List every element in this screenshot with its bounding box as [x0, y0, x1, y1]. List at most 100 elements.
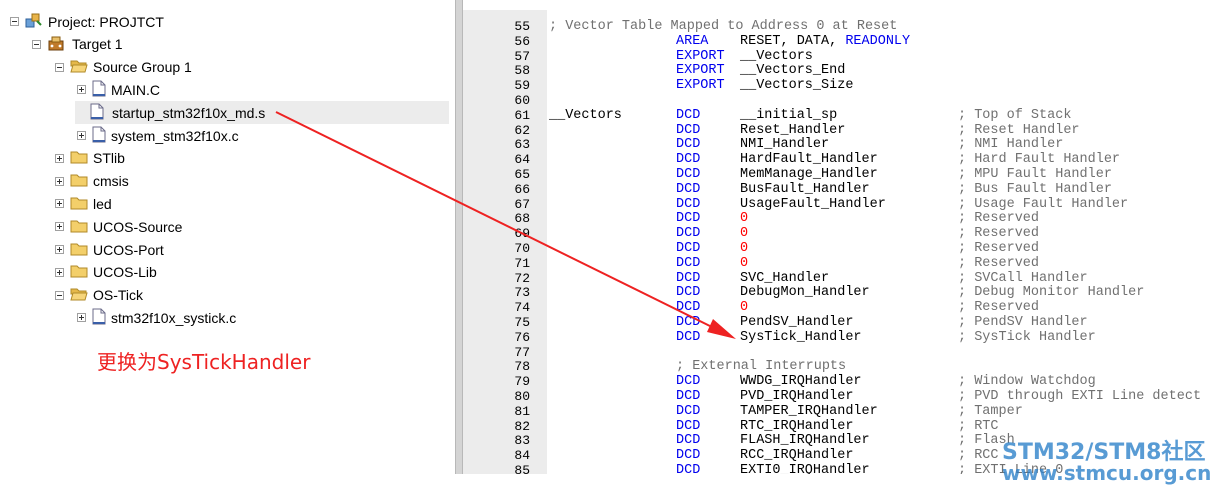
- code-operand: 0: [740, 241, 749, 256]
- tree-item-label: Project: PROJTCT: [48, 13, 164, 30]
- tree-item[interactable]: stm32f10x_systick.c: [77, 306, 236, 329]
- code-operand: 0: [740, 226, 749, 242]
- tree-item[interactable]: startup_stm32f10x_md.s: [75, 101, 449, 125]
- expand-toggle-icon[interactable]: [55, 176, 64, 186]
- tree-item[interactable]: cmsis: [55, 170, 129, 193]
- line-number: 58: [514, 63, 530, 79]
- line-number: 76: [514, 329, 530, 345]
- code-comment: ; Usage Fault Handler: [958, 196, 1129, 212]
- expand-toggle-icon[interactable]: [77, 131, 86, 140]
- code-operand: __Vectors_Size: [740, 78, 854, 94]
- collapse-toggle-icon[interactable]: [32, 39, 41, 49]
- line-number: 74: [514, 300, 530, 316]
- tree-item[interactable]: STlib: [55, 147, 125, 170]
- line-number: 81: [514, 403, 530, 419]
- tree-item[interactable]: UCOS-Source: [55, 215, 182, 238]
- expand-toggle-icon[interactable]: [77, 85, 86, 95]
- tree-item-label: system_stm32f10x.c: [111, 127, 239, 144]
- line-number: 85: [514, 463, 530, 474]
- line-number: 62: [514, 122, 530, 138]
- code-label: __Vectors: [549, 107, 622, 123]
- tree-item[interactable]: MAIN.C: [77, 78, 160, 101]
- code-comment: ; Reserved: [958, 226, 1040, 242]
- tree-item-label: UCOS-Port: [93, 241, 164, 258]
- code-directive: DCD: [676, 211, 701, 227]
- tree-item[interactable]: Target 1: [32, 33, 123, 56]
- collapse-toggle-icon[interactable]: [55, 290, 64, 300]
- line-number: 77: [514, 344, 530, 360]
- folder-icon: [70, 149, 88, 167]
- annotation-note: 更换为SysTickHandler: [97, 350, 311, 374]
- file-icon: [92, 308, 106, 328]
- code-comment: ; RTC: [958, 418, 999, 434]
- project-icon: [25, 12, 43, 31]
- line-number: 80: [514, 389, 530, 404]
- code-directive: DCD: [676, 226, 701, 242]
- file-icon: [92, 80, 106, 100]
- expand-toggle-icon[interactable]: [55, 153, 64, 163]
- line-number: 75: [514, 315, 530, 330]
- tree-item[interactable]: UCOS-Lib: [55, 261, 157, 284]
- panel-splitter[interactable]: [455, 0, 463, 474]
- folder-icon: [70, 263, 88, 281]
- code-operand: RCC_IRQHandler: [740, 448, 854, 464]
- tree-item[interactable]: UCOS-Port: [55, 238, 164, 261]
- folder-open-icon: [70, 286, 88, 304]
- code-directive: EXPORT: [676, 48, 725, 64]
- code-directive: DCD: [676, 107, 701, 123]
- expand-toggle-icon[interactable]: [55, 199, 64, 209]
- code-comment: ; Reserved: [958, 241, 1040, 256]
- code-comment: ; NMI Handler: [958, 137, 1064, 153]
- expand-toggle-icon[interactable]: [55, 267, 64, 277]
- code-comment: ; Vector Table Mapped to Address 0 at Re…: [549, 19, 898, 34]
- code-comment: ; Reserved: [958, 211, 1040, 227]
- code-comment: ; Reserved: [958, 300, 1040, 316]
- code-directive: DCD: [676, 255, 701, 271]
- code-directive: DCD: [676, 137, 701, 153]
- tree-item[interactable]: OS-Tick: [55, 284, 143, 307]
- code-directive: DCD: [676, 122, 701, 138]
- line-number: 71: [514, 255, 530, 271]
- tree-item[interactable]: led: [55, 192, 112, 215]
- line-number: 55: [514, 19, 530, 34]
- tree-item[interactable]: system_stm32f10x.c: [77, 124, 239, 147]
- expand-toggle-icon[interactable]: [55, 222, 64, 232]
- tree-item-label: led: [93, 195, 112, 212]
- code-operand: EXTI0_IRQHandler: [740, 463, 870, 474]
- tree-item-label: stm32f10x_systick.c: [111, 309, 237, 326]
- code-operand: RESET, DATA, READONLY: [740, 33, 911, 49]
- collapse-toggle-icon[interactable]: [10, 17, 19, 26]
- line-number: 68: [514, 211, 530, 227]
- code-operand: FLASH_IRQHandler: [740, 433, 870, 449]
- line-number: 83: [514, 433, 530, 449]
- code-operand: PendSV_Handler: [740, 315, 854, 330]
- tree-item-label: UCOS-Lib: [93, 264, 157, 281]
- tree-item[interactable]: Project: PROJTCT: [10, 10, 164, 33]
- folder-icon: [70, 241, 88, 259]
- code-comment: ; MPU Fault Handler: [958, 167, 1112, 182]
- code-directive: DCD: [676, 374, 701, 390]
- collapse-toggle-icon[interactable]: [55, 62, 64, 72]
- expand-toggle-icon[interactable]: [55, 245, 64, 254]
- line-number: 61: [514, 107, 530, 123]
- code-comment: ; Reserved: [958, 255, 1040, 271]
- tree-item[interactable]: Source Group 1: [55, 56, 192, 79]
- line-number: 64: [514, 152, 530, 168]
- code-editor[interactable]: 55 56 57 58 59 60 61 62 63 64 65 66 67 68 69 70 71 72 73 74…: [463, 10, 1232, 474]
- code-directive: DCD: [676, 241, 701, 256]
- code-operand: Reset_Handler: [740, 122, 846, 138]
- expand-toggle-icon[interactable]: [77, 313, 86, 323]
- tree-item-label: Target 1: [72, 36, 123, 53]
- code-operand: DebugMon_Handler: [740, 285, 870, 301]
- code-operand: RTC_IRQHandler: [740, 418, 854, 434]
- code-operand: BusFault_Handler: [740, 181, 870, 197]
- code-directive: DCD: [676, 315, 701, 330]
- code-directive: DCD: [676, 285, 701, 301]
- code-directive: DCD: [676, 329, 701, 345]
- line-number: 57: [514, 48, 530, 64]
- line-number: 67: [514, 196, 530, 212]
- tree-item-label: MAIN.C: [111, 81, 160, 98]
- code-comment: ; PendSV Handler: [958, 315, 1088, 330]
- watermark-url: www.stmcu.org.cn: [1002, 461, 1212, 485]
- line-number: 72: [514, 270, 530, 286]
